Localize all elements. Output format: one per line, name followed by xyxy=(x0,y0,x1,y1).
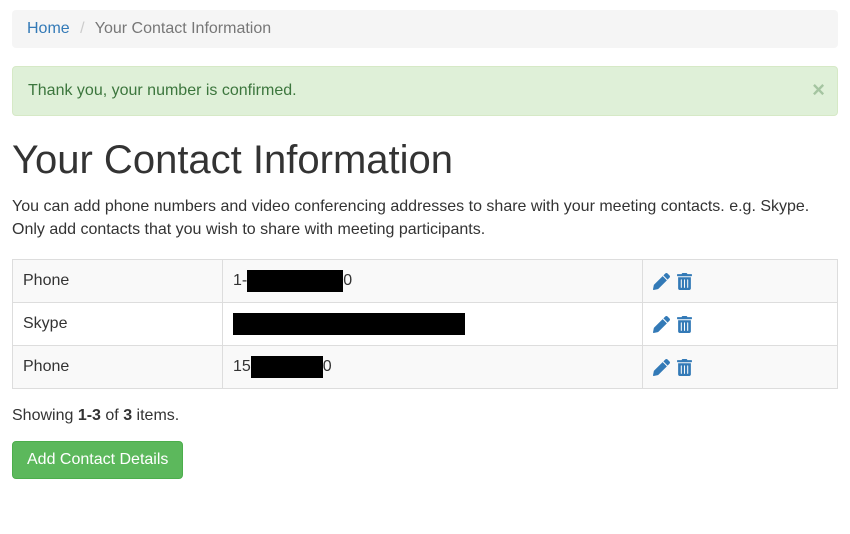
page-title: Your Contact Information xyxy=(12,138,838,183)
contact-value-cell: 1- 0 xyxy=(223,260,643,303)
contact-type-cell: Phone xyxy=(13,346,223,389)
actions-cell xyxy=(643,303,838,346)
contact-value-cell xyxy=(223,303,643,346)
add-contact-details-button[interactable]: Add Contact Details xyxy=(12,441,183,479)
success-alert: Thank you, your number is confirmed. × xyxy=(12,66,838,116)
breadcrumb: Home / Your Contact Information xyxy=(12,10,838,48)
pencil-icon[interactable] xyxy=(653,315,670,333)
table-row: Phone 15 0 xyxy=(13,346,838,389)
trash-icon[interactable] xyxy=(676,358,693,376)
alert-message: Thank you, your number is confirmed. xyxy=(28,82,297,99)
breadcrumb-separator: / xyxy=(74,20,90,37)
page-description: You can add phone numbers and video conf… xyxy=(12,195,838,241)
table-row: Phone 1- 0 xyxy=(13,260,838,303)
value-prefix: 1- xyxy=(233,273,247,290)
actions-cell xyxy=(643,260,838,303)
contact-value-cell: 15 0 xyxy=(223,346,643,389)
value-suffix: 0 xyxy=(323,359,332,376)
trash-icon[interactable] xyxy=(676,315,693,333)
trash-icon[interactable] xyxy=(676,272,693,290)
actions-cell xyxy=(643,346,838,389)
summary-range: 1-3 xyxy=(78,407,101,424)
close-icon[interactable]: × xyxy=(812,79,825,101)
breadcrumb-home-link[interactable]: Home xyxy=(27,20,70,37)
redacted-block xyxy=(247,270,343,292)
summary-prefix: Showing xyxy=(12,407,78,424)
summary-mid: of xyxy=(101,407,123,424)
contact-type-cell: Skype xyxy=(13,303,223,346)
table-row: Skype xyxy=(13,303,838,346)
contacts-table: Phone 1- 0 SkypePhone 15 0 xyxy=(12,259,838,389)
results-summary: Showing 1-3 of 3 items. xyxy=(12,407,838,425)
pencil-icon[interactable] xyxy=(653,272,670,290)
pencil-icon[interactable] xyxy=(653,358,670,376)
value-prefix: 15 xyxy=(233,359,251,376)
value-suffix: 0 xyxy=(343,273,352,290)
contact-type-cell: Phone xyxy=(13,260,223,303)
summary-suffix: items. xyxy=(132,407,179,424)
breadcrumb-current: Your Contact Information xyxy=(95,20,271,37)
redacted-block xyxy=(251,356,323,378)
redacted-block xyxy=(233,313,465,335)
summary-total: 3 xyxy=(123,407,132,424)
